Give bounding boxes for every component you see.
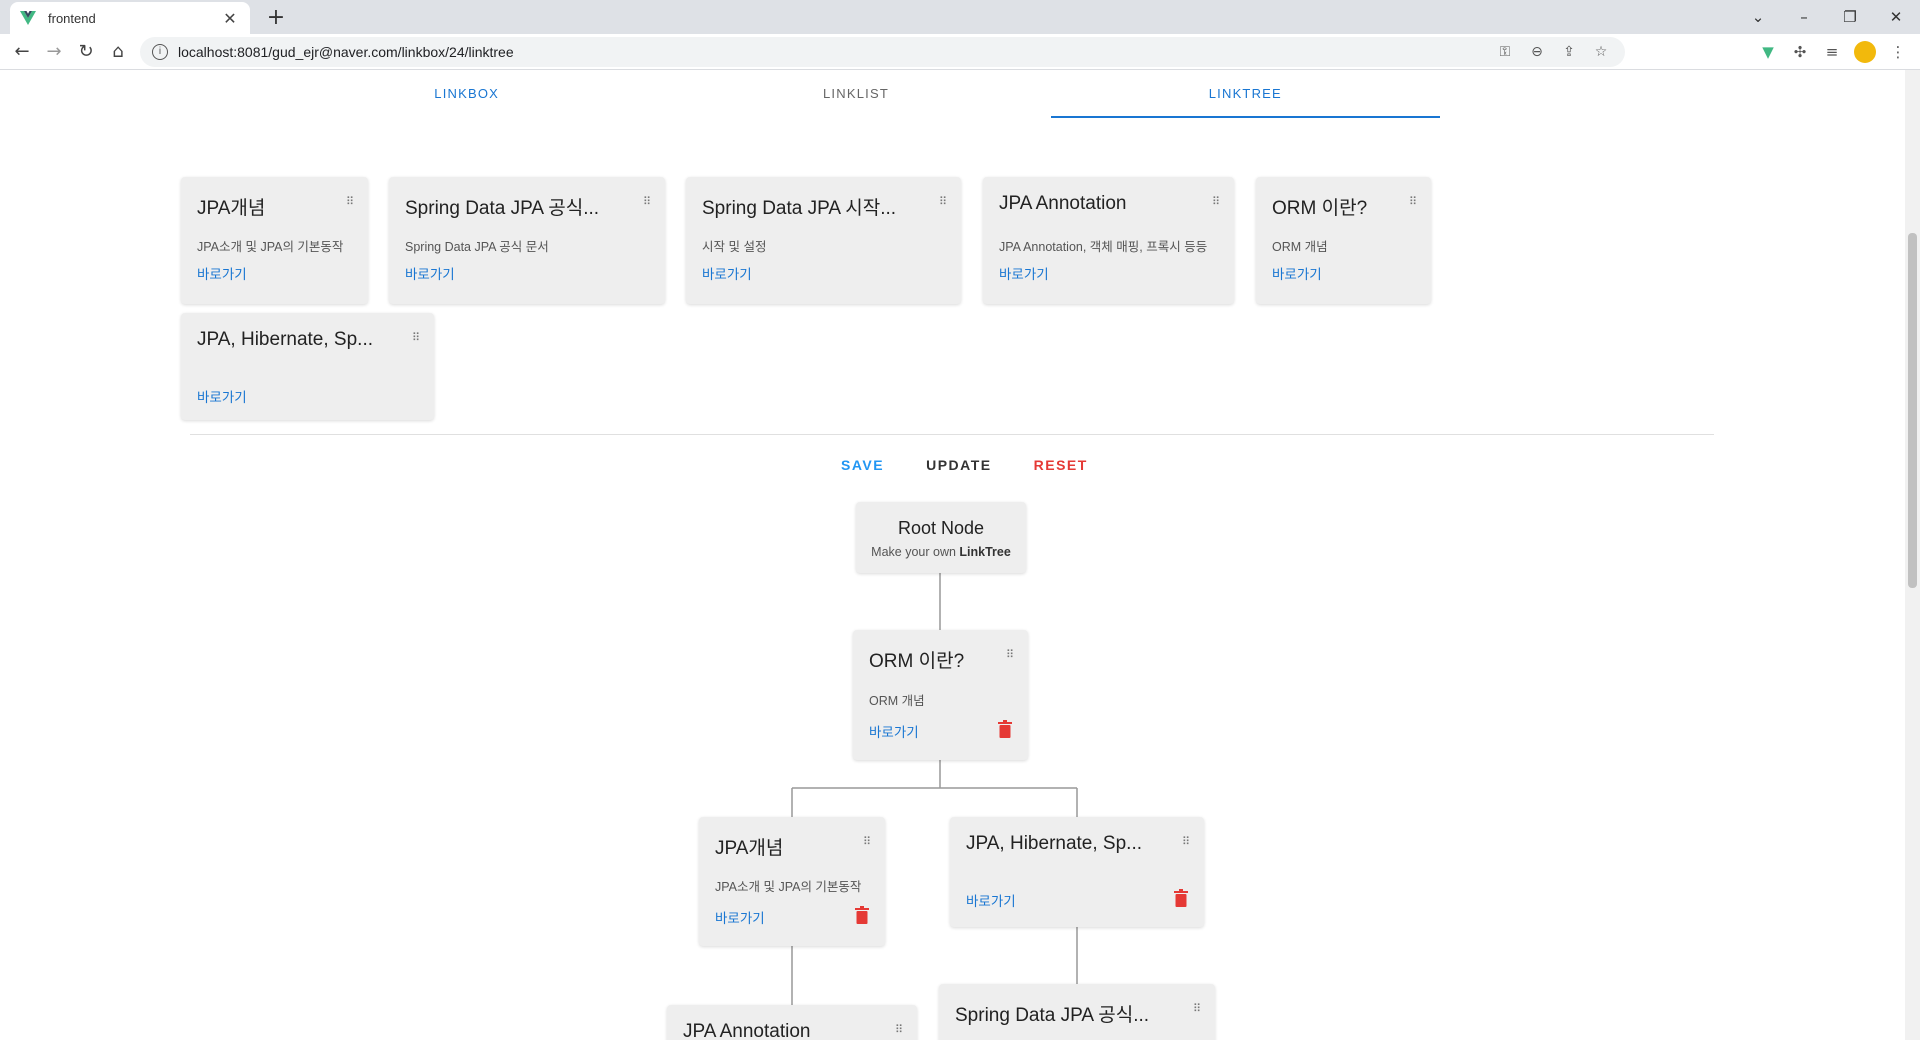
- card-description: ORM 개념: [1272, 240, 1328, 254]
- card-title: ORM 이란?: [1272, 198, 1368, 219]
- new-tab-button[interactable]: +: [262, 4, 290, 32]
- drag-handle-icon[interactable]: ⠿: [1212, 196, 1222, 213]
- card-link[interactable]: 바로가기: [405, 263, 455, 283]
- browser-tab[interactable]: frontend ✕: [10, 2, 250, 34]
- link-card[interactable]: JPA개념 ⠿ JPA소개 및 JPA의 기본동작 바로가기: [181, 177, 368, 304]
- card-description: JPA Annotation, 객체 매핑, 프록시 등등: [999, 240, 1208, 254]
- drag-handle-icon[interactable]: ⠿: [1409, 196, 1419, 213]
- node-link[interactable]: 바로가기: [966, 890, 1016, 910]
- url-field[interactable]: i localhost:8081/gud_ejr@naver.com/linkb…: [140, 37, 1625, 67]
- link-card[interactable]: Spring Data JPA 공식... ⠿ Spring Data JPA …: [389, 177, 665, 304]
- profile-avatar[interactable]: [1854, 41, 1876, 63]
- extension-icons: ▼ ✣ ≡ ⋮: [1752, 34, 1914, 70]
- card-description: 시작 및 설정: [702, 240, 767, 254]
- vue-devtools-icon[interactable]: ▼: [1752, 43, 1784, 61]
- card-title: Spring Data JPA 시작...: [702, 198, 897, 219]
- card-link[interactable]: 바로가기: [197, 386, 247, 406]
- reset-button[interactable]: RESET: [1013, 450, 1109, 480]
- tree-action-buttons: SAVE UPDATE RESET: [820, 450, 1109, 480]
- link-card[interactable]: ORM 이란? ⠿ ORM 개념 바로가기: [1256, 177, 1431, 304]
- drag-handle-icon[interactable]: ⠿: [643, 196, 653, 213]
- reading-list-icon[interactable]: ≡: [1816, 43, 1848, 61]
- card-title: JPA, Hibernate, Sp...: [197, 329, 374, 350]
- root-node-subtitle: Make your own LinkTree: [871, 545, 1011, 559]
- save-button[interactable]: SAVE: [820, 450, 905, 480]
- tree-node[interactable]: JPA Annotation ⠿: [667, 1005, 917, 1040]
- home-icon[interactable]: ⌂: [102, 41, 134, 62]
- trash-icon[interactable]: [1174, 889, 1188, 907]
- card-description: JPA소개 및 JPA의 기본동작: [197, 240, 344, 254]
- reload-icon[interactable]: ↻: [70, 41, 102, 62]
- browser-tab-strip: frontend ✕ + ⌄ – ❐ ✕: [0, 0, 1920, 34]
- tree-node[interactable]: JPA, Hibernate, Sp... ⠿ 바로가기: [950, 817, 1204, 927]
- omnibox-icons: ⚿ ⊖ ⇪ ☆: [1489, 37, 1617, 67]
- tree-root-node[interactable]: Root Node Make your own LinkTree: [856, 502, 1026, 573]
- minimize-button[interactable]: –: [1781, 8, 1827, 26]
- forward-icon[interactable]: →: [38, 41, 70, 62]
- link-card[interactable]: JPA Annotation ⠿ JPA Annotation, 객체 매핑, …: [983, 177, 1234, 304]
- card-title: JPA Annotation: [999, 193, 1127, 214]
- trash-icon[interactable]: [855, 906, 869, 924]
- node-link[interactable]: 바로가기: [869, 721, 919, 741]
- root-node-title: Root Node: [897, 518, 985, 538]
- page-scrollbar[interactable]: [1905, 70, 1920, 1040]
- close-tab-icon[interactable]: ✕: [220, 9, 240, 28]
- close-window-button[interactable]: ✕: [1873, 8, 1919, 26]
- drag-handle-icon[interactable]: ⠿: [346, 196, 356, 213]
- link-card[interactable]: Spring Data JPA 시작... ⠿ 시작 및 설정 바로가기: [686, 177, 961, 304]
- node-title: ORM 이란?: [869, 651, 965, 672]
- card-link[interactable]: 바로가기: [999, 263, 1049, 283]
- node-title: Spring Data JPA 공식...: [955, 1005, 1150, 1026]
- page-content: LINKBOX LINKLIST LINKTREE JPA개념 ⠿ JPA소개 …: [0, 70, 1905, 1040]
- drag-handle-icon[interactable]: ⠿: [939, 196, 949, 213]
- back-icon[interactable]: ←: [6, 41, 38, 62]
- card-link[interactable]: 바로가기: [702, 263, 752, 283]
- key-icon[interactable]: ⚿: [1489, 44, 1521, 60]
- card-description: Spring Data JPA 공식 문서: [405, 240, 549, 254]
- section-divider: [190, 434, 1714, 435]
- node-title: JPA Annotation: [683, 1021, 811, 1040]
- tree-node[interactable]: ORM 이란? ⠿ ORM 개념 바로가기: [853, 630, 1028, 760]
- tab-title: frontend: [48, 10, 96, 26]
- node-title: JPA개념: [715, 838, 784, 859]
- site-info-icon[interactable]: i: [152, 44, 168, 60]
- drag-handle-icon[interactable]: ⠿: [1006, 649, 1016, 666]
- bookmark-star-icon[interactable]: ☆: [1585, 44, 1617, 60]
- browser-menu-icon[interactable]: ⋮: [1882, 43, 1914, 61]
- tree-node[interactable]: JPA개념 ⠿ JPA소개 및 JPA의 기본동작 바로가기: [699, 817, 885, 946]
- link-card[interactable]: JPA, Hibernate, Sp... ⠿ 바로가기: [181, 313, 434, 420]
- tab-search-icon[interactable]: ⌄: [1735, 8, 1781, 26]
- card-link[interactable]: 바로가기: [197, 263, 247, 283]
- card-title: JPA개념: [197, 198, 266, 219]
- node-link[interactable]: 바로가기: [715, 907, 765, 927]
- update-button[interactable]: UPDATE: [905, 450, 1013, 480]
- address-bar: ← → ↻ ⌂ i localhost:8081/gud_ejr@naver.c…: [0, 34, 1920, 70]
- zoom-icon[interactable]: ⊖: [1521, 44, 1553, 60]
- drag-handle-icon[interactable]: ⠿: [863, 836, 873, 853]
- tree-node[interactable]: Spring Data JPA 공식... ⠿: [939, 984, 1215, 1040]
- scrollbar-thumb[interactable]: [1908, 233, 1917, 588]
- window-controls: ⌄ – ❐ ✕: [1735, 0, 1919, 34]
- tab-linklist[interactable]: LINKLIST: [661, 70, 1050, 118]
- linkbox-nav-tabs: LINKBOX LINKLIST LINKTREE: [272, 70, 1440, 118]
- restore-button[interactable]: ❐: [1827, 8, 1873, 26]
- drag-handle-icon[interactable]: ⠿: [1193, 1003, 1203, 1020]
- node-title: JPA, Hibernate, Sp...: [966, 833, 1143, 854]
- tab-linkbox[interactable]: LINKBOX: [272, 70, 661, 118]
- trash-icon[interactable]: [998, 720, 1012, 738]
- tab-linktree[interactable]: LINKTREE: [1050, 70, 1440, 118]
- url-text: localhost:8081/gud_ejr@naver.com/linkbox…: [178, 44, 514, 60]
- drag-handle-icon[interactable]: ⠿: [895, 1024, 905, 1040]
- drag-handle-icon[interactable]: ⠿: [1182, 836, 1192, 853]
- vue-logo-icon: [20, 11, 36, 25]
- share-icon[interactable]: ⇪: [1553, 44, 1585, 60]
- card-title: Spring Data JPA 공식...: [405, 198, 600, 219]
- card-link[interactable]: 바로가기: [1272, 263, 1322, 283]
- drag-handle-icon[interactable]: ⠿: [412, 332, 422, 349]
- node-description: ORM 개념: [869, 694, 925, 708]
- extensions-puzzle-icon[interactable]: ✣: [1784, 43, 1816, 61]
- node-description: JPA소개 및 JPA의 기본동작: [715, 880, 862, 894]
